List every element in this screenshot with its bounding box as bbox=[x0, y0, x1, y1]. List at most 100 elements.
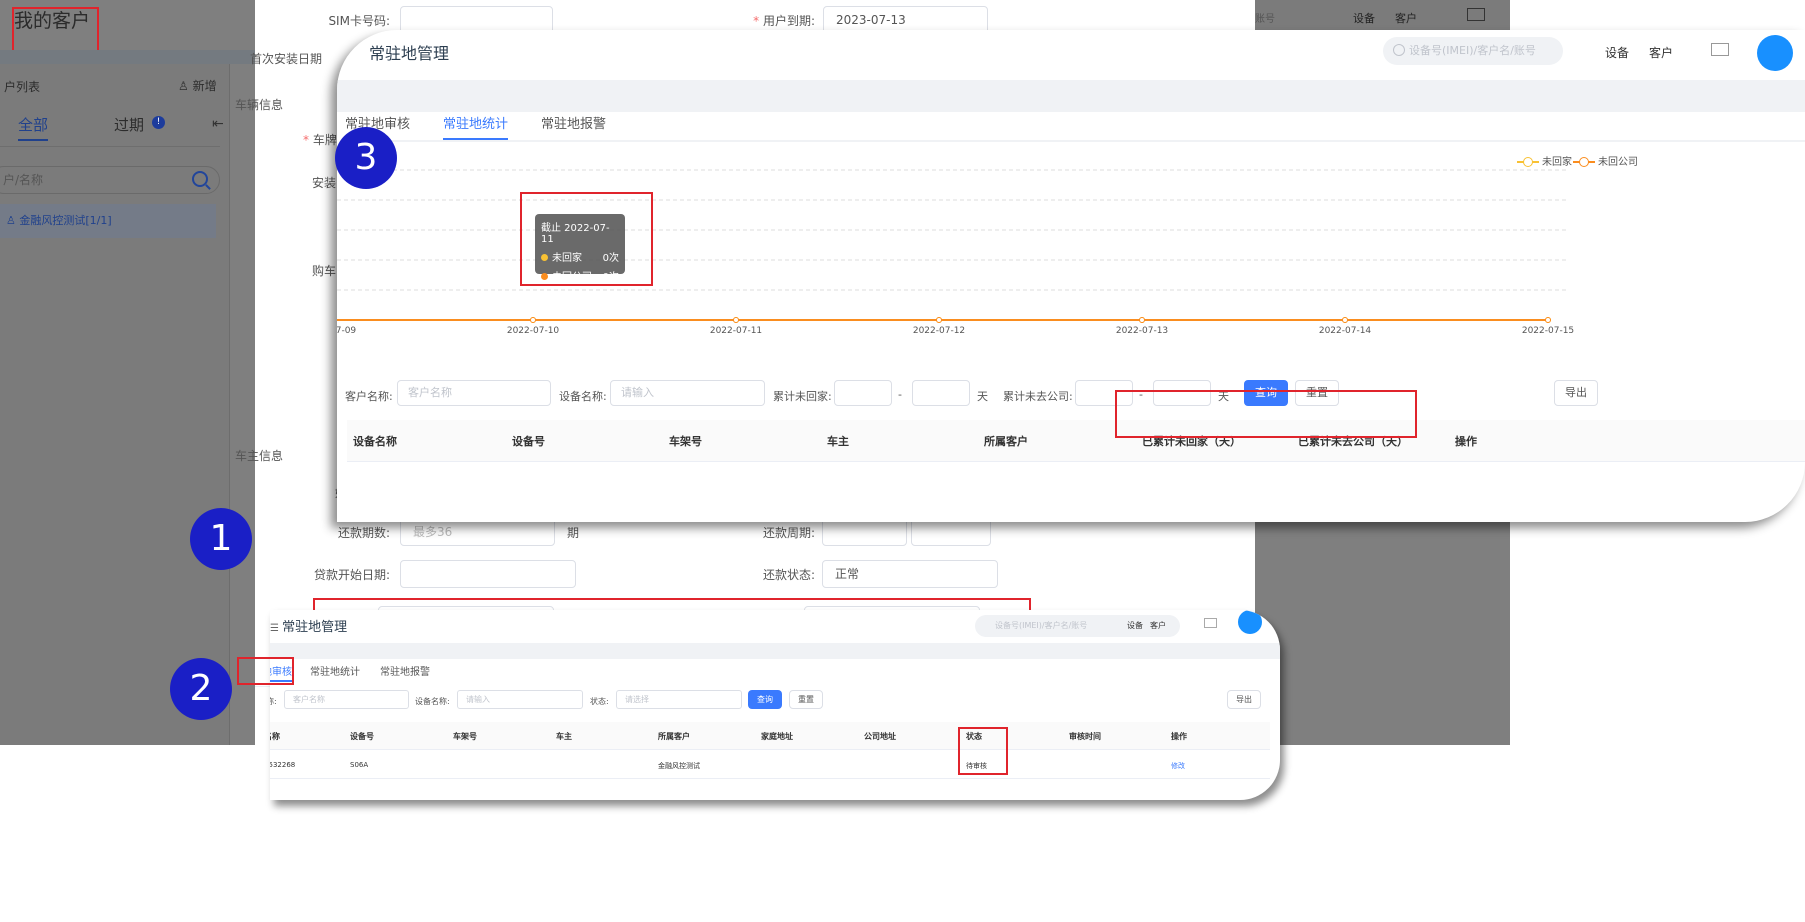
not-home-label: 累计未回家: bbox=[773, 390, 832, 403]
repay-count-label: 还款期数: bbox=[337, 526, 390, 540]
tab-resident-alarm[interactable]: 常驻地报警 bbox=[541, 110, 606, 140]
range-separator: - bbox=[898, 388, 902, 401]
device-name-input[interactable]: 请输入 bbox=[610, 380, 765, 406]
x-tick-label: 2022-07-12 bbox=[913, 326, 965, 336]
table-header bbox=[347, 420, 1805, 462]
mail-icon[interactable] bbox=[1204, 618, 1217, 628]
mail-icon[interactable] bbox=[1467, 8, 1485, 21]
export-button[interactable]: 导出 bbox=[1227, 690, 1261, 709]
loan-start-input[interactable] bbox=[400, 560, 576, 588]
data-point bbox=[936, 317, 942, 323]
nav-customer[interactable]: 客户 bbox=[1649, 44, 1673, 61]
repay-cycle-label: 还款周期: bbox=[762, 526, 815, 540]
cell-device-no: S06A bbox=[350, 761, 369, 769]
annotation-badge-1: 1 bbox=[190, 508, 252, 570]
owner-info-heading: 车主信息 bbox=[235, 449, 284, 463]
repay-status-label: 还款状态: bbox=[762, 568, 815, 582]
col-company-address: 公司地址 bbox=[864, 732, 896, 741]
customer-name-select[interactable]: 客户名称 bbox=[397, 380, 551, 406]
cell-customer: 金融风控测试 bbox=[658, 762, 700, 770]
col-owner: 车主 bbox=[827, 435, 849, 448]
bg-nav-customer[interactable]: 客户 bbox=[1395, 10, 1417, 26]
repay-count-unit: 期 bbox=[567, 526, 580, 540]
customer-search-input[interactable]: 户/名称 bbox=[0, 166, 220, 194]
col-frame-no: 车架号 bbox=[453, 732, 477, 741]
search-icon[interactable] bbox=[192, 171, 208, 187]
resident-review-panel: ☰ 常驻地管理 设备号(IMEI)/客户名/账号 设备 客户 常驻地审核 常驻地… bbox=[270, 610, 1280, 800]
global-search-input[interactable]: 设备号(IMEI)/客户名/账号 bbox=[1383, 37, 1563, 65]
mail-icon[interactable] bbox=[1711, 43, 1729, 56]
divider bbox=[0, 50, 255, 64]
highlight-review-tab bbox=[237, 657, 294, 685]
highlight-tooltip bbox=[520, 192, 653, 286]
customer-name-select[interactable]: 客户名称 bbox=[284, 690, 409, 709]
panel-title: 常驻地管理 bbox=[369, 44, 450, 63]
data-point bbox=[1139, 317, 1145, 323]
tab-expired[interactable]: 过期 bbox=[114, 114, 144, 135]
add-customer-button[interactable]: ♙ 新增 bbox=[178, 77, 217, 94]
tab-resident-stats[interactable]: 常驻地统计 bbox=[443, 110, 509, 140]
reset-button[interactable]: 重置 bbox=[789, 690, 823, 709]
data-point bbox=[1342, 317, 1348, 323]
row-divider bbox=[270, 778, 1270, 779]
tab-resident-stats[interactable]: 常驻地统计 bbox=[310, 664, 360, 682]
location-logo-icon[interactable] bbox=[1238, 610, 1262, 634]
nav-customer[interactable]: 客户 bbox=[1150, 620, 1166, 631]
unit-days: 天 bbox=[977, 390, 988, 403]
not-home-min-input[interactable] bbox=[834, 380, 892, 406]
export-button[interactable]: 导出 bbox=[1554, 380, 1598, 406]
tab-underline bbox=[0, 146, 220, 147]
buy-label: 购车 bbox=[312, 264, 337, 278]
col-device-name: 设备名称 bbox=[270, 732, 280, 741]
data-point bbox=[733, 317, 739, 323]
tab-all[interactable]: 全部 bbox=[18, 114, 49, 141]
user-icon: ♙ bbox=[6, 214, 20, 227]
repay-cycle-end[interactable] bbox=[911, 518, 991, 546]
user-plus-icon: ♙ bbox=[178, 79, 189, 93]
x-tick-label: 2022-07-14 bbox=[1319, 326, 1372, 336]
tab-resident-alarm[interactable]: 常驻地报警 bbox=[380, 664, 430, 682]
panel-title: ☰ 常驻地管理 bbox=[270, 620, 348, 635]
customer-name-label: 客户名称: bbox=[270, 697, 277, 706]
not-company-label: 累计未去公司: bbox=[1003, 390, 1073, 403]
col-device-no: 设备号 bbox=[350, 732, 374, 741]
header-strip bbox=[337, 80, 1805, 112]
customer-sidebar: 我的客户 户列表 ♙ 新增 全部 过期 ! ⇤ 户/名称 ♙ 金融风控测试[1/… bbox=[0, 0, 255, 745]
collapse-icon[interactable]: ⇤ bbox=[212, 116, 224, 132]
menu-icon[interactable]: ☰ bbox=[270, 623, 282, 634]
status-select[interactable]: 请选择 bbox=[616, 690, 742, 709]
edit-link[interactable]: 修改 bbox=[1171, 761, 1185, 771]
customer-name-label: 客户名称: bbox=[345, 390, 393, 403]
nav-device[interactable]: 设备 bbox=[1605, 44, 1629, 61]
col-customer: 所属客户 bbox=[658, 732, 690, 741]
highlight-day-columns bbox=[1115, 390, 1417, 438]
highlight-box bbox=[12, 7, 99, 52]
device-name-input[interactable]: 请输入 bbox=[457, 690, 583, 709]
resident-stats-panel: 常驻地管理 设备号(IMEI)/客户名/账号 设备 客户 常驻地审核 常驻地统计… bbox=[337, 30, 1805, 522]
not-home-max-input[interactable] bbox=[912, 380, 970, 406]
plate-label: * 车牌 bbox=[303, 133, 337, 147]
annotation-badge-2: 2 bbox=[170, 658, 232, 720]
x-tick-label: 2022-07-10 bbox=[507, 326, 560, 336]
repay-count-input[interactable]: 最多36 bbox=[400, 518, 555, 546]
repay-status-select[interactable]: 正常 bbox=[822, 560, 998, 588]
x-tick-label: 2022-07-09 bbox=[337, 326, 356, 336]
col-device-no: 设备号 bbox=[512, 435, 545, 448]
location-logo-icon[interactable] bbox=[1757, 35, 1793, 71]
col-customer: 所属客户 bbox=[984, 435, 1028, 448]
x-tick-label: 2022-07-11 bbox=[710, 326, 762, 336]
install-label: 安装 bbox=[312, 176, 337, 190]
customer-item[interactable]: ♙ 金融风控测试[1/1] bbox=[0, 204, 216, 238]
loan-start-label: 贷款开始日期: bbox=[313, 568, 390, 582]
x-tick-label: 2022-07-15 bbox=[1522, 326, 1574, 336]
customer-list-title: 户列表 bbox=[4, 80, 41, 94]
col-actions: 操作 bbox=[1455, 435, 1477, 448]
repay-cycle-start[interactable] bbox=[822, 518, 907, 546]
data-point bbox=[1545, 317, 1551, 323]
query-button[interactable]: 查询 bbox=[748, 690, 782, 709]
data-point bbox=[530, 317, 536, 323]
header-strip bbox=[270, 643, 1280, 659]
nav-device[interactable]: 设备 bbox=[1127, 620, 1143, 631]
col-actions: 操作 bbox=[1171, 732, 1187, 741]
bg-nav-device[interactable]: 设备 bbox=[1353, 10, 1375, 26]
